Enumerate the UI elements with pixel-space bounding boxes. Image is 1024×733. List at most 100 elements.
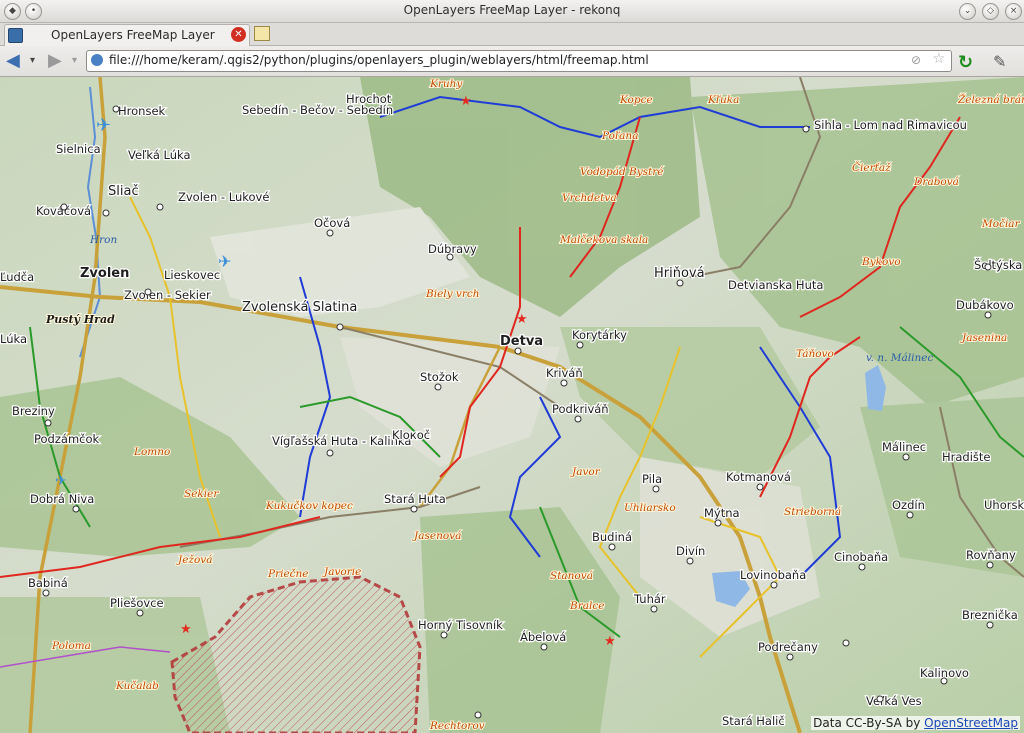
window-title: OpenLayers FreeMap Layer - rekonq <box>403 3 621 17</box>
town-label: Sliač <box>108 184 139 199</box>
town-label: Stará Halič <box>722 714 785 728</box>
hill-label: Ježová <box>176 553 212 566</box>
map-canvas[interactable]: ✈ ✈ ✈ ★ ★ ★ ★ Hronsek Sielnica Veľká Lúk… <box>0 77 1024 733</box>
map-attribution: Data CC-By-SA by OpenStreetMap <box>811 716 1020 730</box>
town-label: Horný Tisovník <box>418 618 503 632</box>
hill-label: Vrchdetva <box>562 192 617 204</box>
tab-bar: OpenLayers FreeMap Layer ✕ <box>0 23 1024 46</box>
town-label: Hronsek <box>118 104 166 118</box>
hill-label: Javorie <box>322 566 361 578</box>
town-label: Kotmanová <box>726 470 791 484</box>
hill-label: Táňovo <box>796 348 834 360</box>
hill-label: Biely vrch <box>425 288 480 300</box>
svg-text:✈: ✈ <box>96 115 111 136</box>
town-label: Hrochot <box>346 92 392 106</box>
tab-openlayers-freemap[interactable]: OpenLayers FreeMap Layer ✕ <box>4 24 250 46</box>
reservoir-label: v. n. Málinec <box>866 352 934 364</box>
back-arrow-icon[interactable]: ◀ <box>6 51 20 71</box>
map-view[interactable]: ✈ ✈ ✈ ★ ★ ★ ★ Hronsek Sielnica Veľká Lúk… <box>0 77 1024 733</box>
address-bar[interactable]: file:///home/keram/.qgis2/python/plugins… <box>86 50 952 72</box>
address-url[interactable]: file:///home/keram/.qgis2/python/plugins… <box>109 53 649 67</box>
town-label: Podrečany <box>758 640 818 654</box>
town-label: Stožok <box>420 370 459 384</box>
svg-text:✈: ✈ <box>55 473 67 489</box>
town-label: Ábelová <box>520 629 566 644</box>
town-label: Vígľašská Huta - Kalinka <box>272 434 411 448</box>
openstreetmap-link[interactable]: OpenStreetMap <box>924 716 1018 730</box>
town-label: Zvolen - Sekier <box>124 288 211 302</box>
forward-history-chevron-icon[interactable]: ▾ <box>72 51 77 71</box>
close-tab-icon[interactable]: ✕ <box>231 27 246 42</box>
attribution-text: Data CC-By-SA by <box>813 716 921 730</box>
hill-label: Rechtorov <box>429 720 485 732</box>
town-label: Ľudča <box>0 270 34 284</box>
town-label: Breznička <box>962 608 1018 622</box>
minimize-icon[interactable]: ⌄ <box>959 3 976 20</box>
hill-label: Čierťaž <box>852 160 891 174</box>
town-label: Kloкоč <box>392 428 430 442</box>
window-titlebar: ◆ • OpenLayers FreeMap Layer - rekonq ⌄ … <box>0 0 1024 23</box>
hill-label: Stanová <box>550 570 593 582</box>
town-label: Pila <box>642 472 662 486</box>
hill-label: Poľana <box>601 130 638 142</box>
town-label: Lúka <box>0 332 27 346</box>
hill-label: Kľuka <box>707 94 739 106</box>
hill-label: Bralce <box>569 600 604 612</box>
town-label: Dobrá Niva <box>30 492 94 506</box>
town-label: Babiná <box>28 576 68 590</box>
town-label: Detva <box>500 334 543 349</box>
hill-label: Kukučkov kopec <box>265 499 353 512</box>
stop-loading-icon[interactable]: ⊘ <box>911 53 921 67</box>
svg-text:★: ★ <box>604 634 616 649</box>
reload-icon[interactable]: ↻ <box>958 52 973 73</box>
town-label: Uhorské <box>984 498 1024 512</box>
hill-label: Uhliarsko <box>624 502 676 514</box>
town-label: Zvolenská Slatina <box>242 300 357 315</box>
town-label: Veľká Ves <box>866 694 922 708</box>
forward-arrow-icon[interactable]: ▶ <box>48 51 62 71</box>
hill-label: Jasenová <box>412 530 461 542</box>
hill-label: Strieborná <box>784 506 841 518</box>
hill-label: Pustý Hrad <box>45 313 115 326</box>
town-label: Sihla - Lom nad Rimavicou <box>814 118 967 132</box>
hill-label: Kučalab <box>115 679 159 692</box>
new-tab-icon[interactable] <box>254 26 270 41</box>
town-label: Zvolen <box>80 266 129 281</box>
hill-label: Železná brána <box>957 92 1024 106</box>
town-label: Hriňová <box>654 266 705 281</box>
town-label: Kriváň <box>546 366 583 380</box>
back-history-chevron-icon[interactable]: ▾ <box>30 51 35 71</box>
hill-label: Malčekova skala <box>559 233 648 246</box>
town-label: Podkriváň <box>552 402 609 416</box>
town-label: Veľká Lúka <box>128 148 191 162</box>
hill-label: Sekier <box>184 488 219 500</box>
tools-wrench-icon[interactable]: ✎ <box>993 52 1006 71</box>
town-label: Pliešovce <box>110 596 164 610</box>
hill-label: Lomno <box>133 446 170 458</box>
town-label: Korytárky <box>572 328 627 342</box>
town-label: Detvianska Huta <box>728 278 823 292</box>
svg-text:★: ★ <box>180 622 192 637</box>
tab-label: OpenLayers FreeMap Layer <box>51 28 215 42</box>
hill-label: Poloma <box>51 640 91 652</box>
town-label: Sielnica <box>56 142 101 156</box>
maximize-icon[interactable]: ◇ <box>982 3 999 20</box>
town-label: Lieskovec <box>164 268 220 282</box>
navigation-toolbar: ◀ ▾ ▶ ▾ file:///home/keram/.qgis2/python… <box>0 46 1024 77</box>
hill-label: Kruhy <box>429 78 463 90</box>
hill-label: Jasenina <box>960 332 1007 344</box>
bookmark-star-icon[interactable]: ☆ <box>932 51 945 67</box>
town-label: Dubákovo <box>956 298 1014 312</box>
hill-label: Javor <box>570 466 601 478</box>
town-label: Ozdín <box>892 498 925 512</box>
town-label: Hradište <box>942 450 991 464</box>
town-label: Cinobaňa <box>834 550 888 564</box>
svg-text:★: ★ <box>460 94 472 109</box>
town-label: Budiná <box>592 530 632 544</box>
town-label: Očová <box>314 216 350 230</box>
town-label: Dúbravy <box>428 242 477 256</box>
close-window-icon[interactable]: × <box>1005 3 1022 20</box>
svg-text:★: ★ <box>516 312 528 327</box>
hill-label: Kopce <box>619 94 653 106</box>
hill-label: Bykovo <box>861 256 901 268</box>
